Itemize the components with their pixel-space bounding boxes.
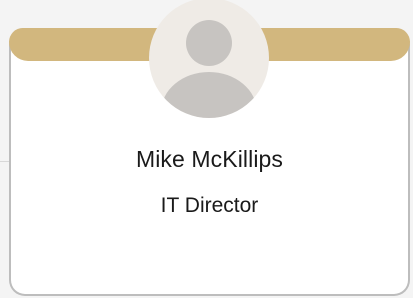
person-job-title: IT Director — [160, 194, 259, 217]
user-silhouette-icon — [161, 20, 257, 118]
person-name: Mike McKillips — [135, 146, 284, 172]
avatar — [149, 0, 269, 118]
profile-card-view: Mike McKillips IT Director — [0, 0, 413, 298]
